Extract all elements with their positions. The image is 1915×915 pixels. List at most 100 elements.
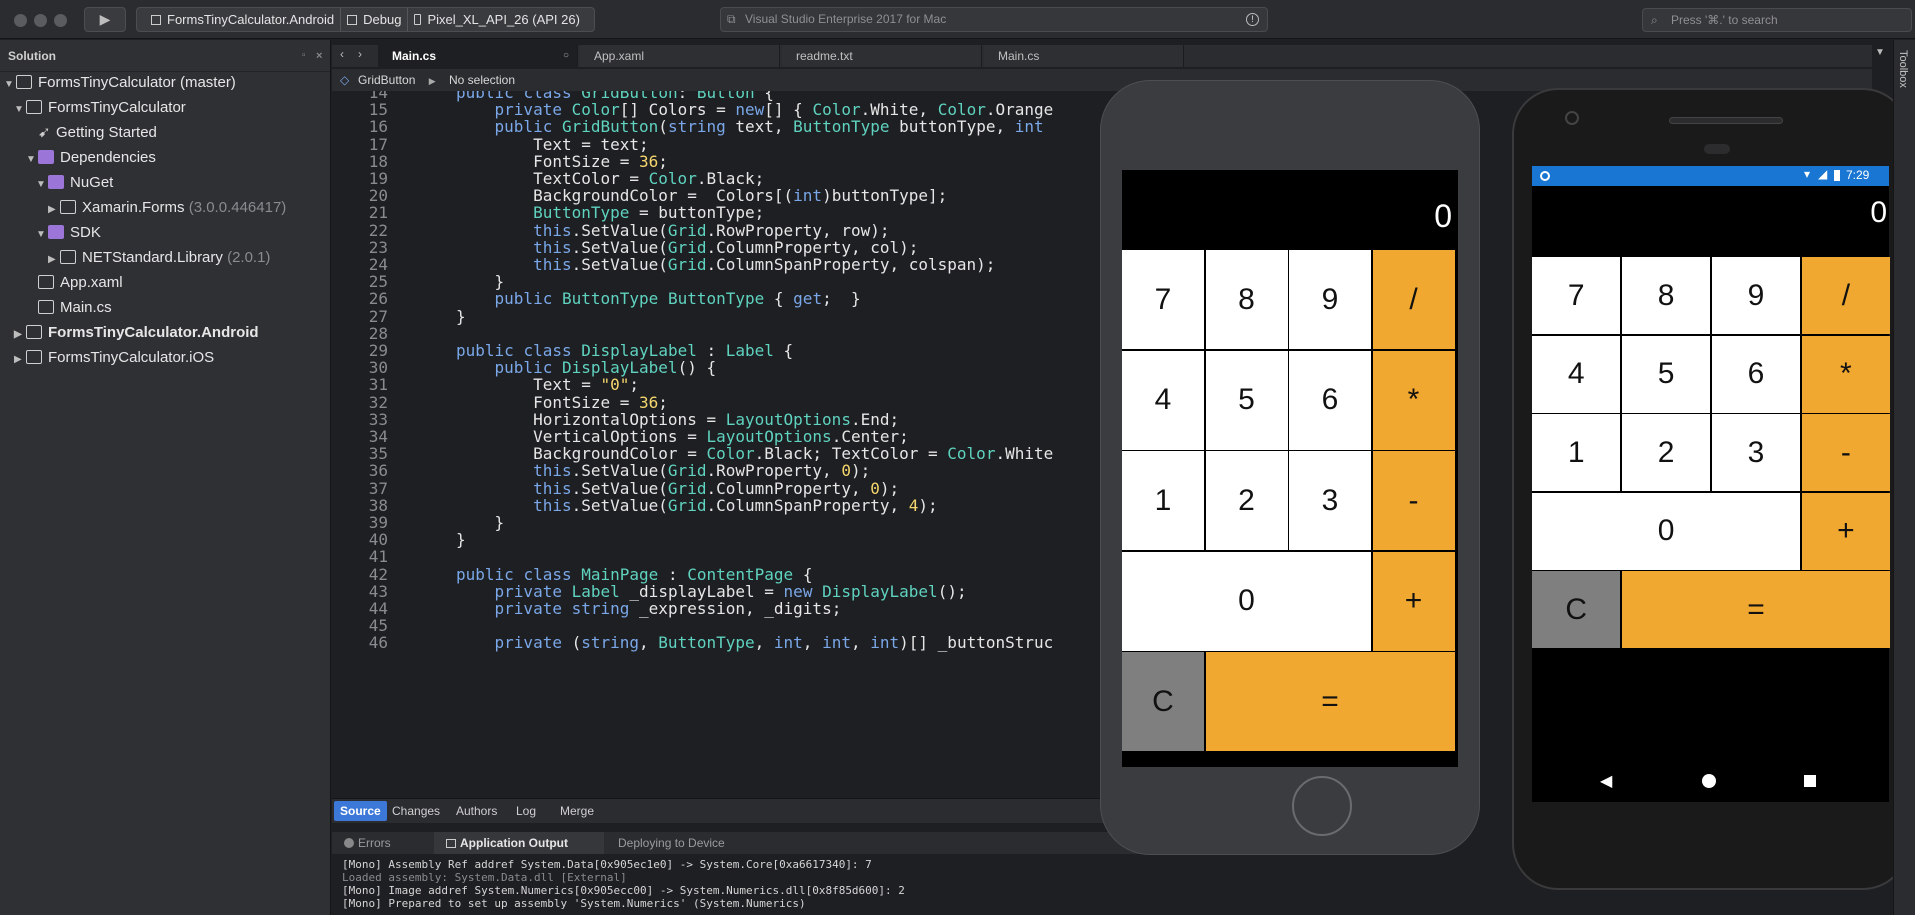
tree-item-xamarin-forms[interactable]: ▶ Xamarin.Forms (3.0.0.446417) (48, 195, 286, 220)
code-line[interactable]: public class MainPage : ContentPage { (456, 565, 812, 584)
tab-merge[interactable]: Merge (554, 801, 600, 821)
expand-arrow-icon[interactable]: ▼ (4, 72, 16, 97)
android-calc-key[interactable]: 3 (1711, 414, 1801, 491)
tab-changes[interactable]: Changes (386, 801, 446, 821)
zoom-window-button[interactable] (54, 14, 67, 27)
minimize-window-button[interactable] (34, 14, 47, 27)
tree-item-nuget[interactable]: ▼ NuGet (36, 170, 113, 195)
tree-item-solution[interactable]: ▼ FormsTinyCalculator (master) (4, 70, 236, 95)
ios-calc-key[interactable]: 5 (1205, 350, 1288, 450)
tree-item-sdk[interactable]: ▼ SDK (36, 220, 101, 245)
code-line[interactable]: this.SetValue(Grid.RowProperty, 0); (456, 461, 870, 480)
android-calc-key[interactable]: + (1801, 492, 1891, 570)
tab-source[interactable]: Source (334, 801, 387, 821)
code-line[interactable]: ButtonType = buttonType; (456, 203, 764, 222)
tree-item-netstandard[interactable]: ▶ NETStandard.Library (2.0.1) (48, 245, 270, 270)
android-calc-key[interactable]: 5 (1621, 335, 1711, 413)
code-line[interactable]: HorizontalOptions = LayoutOptions.End; (456, 410, 899, 429)
tree-item-project-android[interactable]: ▶ FormsTinyCalculator.Android (14, 320, 259, 345)
code-line[interactable]: private string _expression, _digits; (456, 599, 842, 618)
code-line[interactable]: public ButtonType ButtonType { get; } (456, 289, 861, 308)
expand-arrow-icon[interactable]: ▼ (36, 172, 48, 197)
toolbox-pad[interactable]: Toolbox (1893, 40, 1915, 915)
ios-calc-key[interactable]: 1 (1122, 451, 1204, 550)
tab-errors[interactable]: Errors (332, 832, 432, 854)
recents-nav-icon[interactable] (1804, 775, 1816, 787)
tree-item-main-cs[interactable]: Main.cs (38, 295, 112, 320)
android-calc-key[interactable]: - (1801, 414, 1891, 491)
android-calc-key[interactable]: = (1621, 571, 1891, 648)
ios-calc-key[interactable]: + (1372, 551, 1455, 651)
collapse-arrow-icon[interactable]: ▶ (14, 347, 26, 372)
toolbox-label[interactable]: Toolbox (1897, 50, 1909, 88)
android-calc-key[interactable]: 7 (1532, 257, 1621, 334)
tab-dropdown-icon[interactable]: ▼ (1875, 47, 1885, 58)
back-nav-icon[interactable]: ◀ (1600, 771, 1612, 791)
ios-calc-key[interactable]: 8 (1205, 250, 1288, 349)
tab-application-output[interactable]: Application Output (434, 832, 604, 854)
tab-main-cs[interactable]: Main.cs ○ (378, 45, 578, 67)
home-button[interactable] (1292, 776, 1352, 836)
android-calc-key[interactable]: C (1532, 571, 1621, 648)
tab-readme[interactable]: readme.txt (782, 45, 982, 67)
tab-back-icon[interactable]: ‹ (340, 47, 344, 61)
android-calc-key[interactable]: / (1801, 257, 1891, 334)
android-calc-key[interactable]: 9 (1711, 257, 1801, 334)
code-line[interactable]: Text = text; (456, 135, 649, 154)
project-selector[interactable]: FormsTinyCalculator.Android (145, 8, 342, 31)
android-calc-key[interactable]: 4 (1532, 335, 1621, 413)
tab-deploying[interactable]: Deploying to Device (606, 832, 806, 854)
code-editor[interactable]: 14 public class GridButton: Button {15 pr… (332, 91, 1132, 796)
code-line[interactable]: Text = "0"; (456, 375, 639, 394)
ios-calc-key[interactable]: / (1372, 250, 1455, 349)
collapse-arrow-icon[interactable]: ▶ (48, 197, 60, 222)
device-selector[interactable]: Pixel_XL_API_26 (API 26) (408, 8, 585, 31)
tree-item-app-xaml[interactable]: App.xaml (38, 270, 123, 295)
code-line[interactable]: BackgroundColor = Colors[(int)buttonType… (456, 186, 947, 205)
ios-calc-key[interactable]: 2 (1205, 451, 1288, 550)
code-line[interactable]: this.SetValue(Grid.ColumnSpanProperty, c… (456, 255, 995, 274)
code-line[interactable]: FontSize = 36; (456, 152, 668, 171)
code-line[interactable]: public DisplayLabel() { (456, 358, 717, 377)
run-button[interactable]: ▶ (84, 7, 126, 32)
code-line[interactable]: BackgroundColor = Color.Black; TextColor… (456, 444, 1053, 463)
breadcrumb-member[interactable]: No selection (449, 73, 515, 87)
tab-forward-icon[interactable]: › (358, 47, 362, 61)
ios-calc-key[interactable]: C (1122, 652, 1204, 751)
tab-main-cs-2[interactable]: Main.cs (984, 45, 1184, 67)
tab-authors[interactable]: Authors (450, 801, 503, 821)
code-line[interactable]: private Color[] Colors = new[] { Color.W… (456, 100, 1054, 119)
tree-item-project-ios[interactable]: ▶ FormsTinyCalculator.iOS (14, 345, 214, 370)
ios-calc-key[interactable]: 3 (1289, 451, 1371, 550)
run-configuration-selector[interactable]: FormsTinyCalculator.Android Debug Pixel_XL… (136, 7, 595, 32)
ios-calc-key[interactable]: 4 (1122, 350, 1204, 450)
tab-log[interactable]: Log (510, 801, 542, 821)
code-line[interactable]: this.SetValue(Grid.ColumnProperty, col); (456, 238, 918, 257)
code-line[interactable]: private (string, ButtonType, int, int, i… (456, 633, 1054, 652)
modified-dot-icon[interactable]: ○ (563, 45, 569, 67)
ios-calc-key[interactable]: 6 (1289, 350, 1371, 450)
application-output[interactable]: [Mono] Assembly Ref addref System.Data[0… (332, 856, 1332, 915)
code-line[interactable]: this.SetValue(Grid.ColumnSpanProperty, 4… (456, 496, 938, 515)
android-calc-key[interactable]: 1 (1532, 414, 1621, 491)
expand-arrow-icon[interactable]: ▼ (36, 222, 48, 247)
code-line[interactable]: } (456, 307, 466, 326)
ios-calc-key[interactable]: * (1372, 350, 1455, 450)
expand-arrow-icon[interactable]: ▼ (14, 97, 26, 122)
code-line[interactable]: } (456, 530, 466, 549)
close-pad-icon[interactable]: × (316, 40, 322, 72)
android-calc-key[interactable]: * (1801, 335, 1891, 413)
home-nav-icon[interactable] (1702, 774, 1716, 788)
collapse-arrow-icon[interactable]: ▶ (14, 322, 26, 347)
search-input[interactable]: ⌕ Press '⌘.' to search (1642, 8, 1912, 32)
config-selector[interactable]: Debug (341, 8, 409, 31)
android-calc-key[interactable]: 0 (1532, 492, 1801, 570)
code-line[interactable]: VerticalOptions = LayoutOptions.Center; (456, 427, 909, 446)
ios-calc-key[interactable]: 9 (1289, 250, 1371, 349)
ios-calc-key[interactable]: = (1205, 652, 1455, 751)
android-calc-key[interactable]: 2 (1621, 414, 1711, 491)
code-line[interactable]: } (456, 513, 505, 532)
pad-options-icon[interactable]: ▫ (302, 40, 306, 72)
tree-item-project-shared[interactable]: ▼ FormsTinyCalculator (14, 95, 186, 120)
android-calc-key[interactable]: 6 (1711, 335, 1801, 413)
